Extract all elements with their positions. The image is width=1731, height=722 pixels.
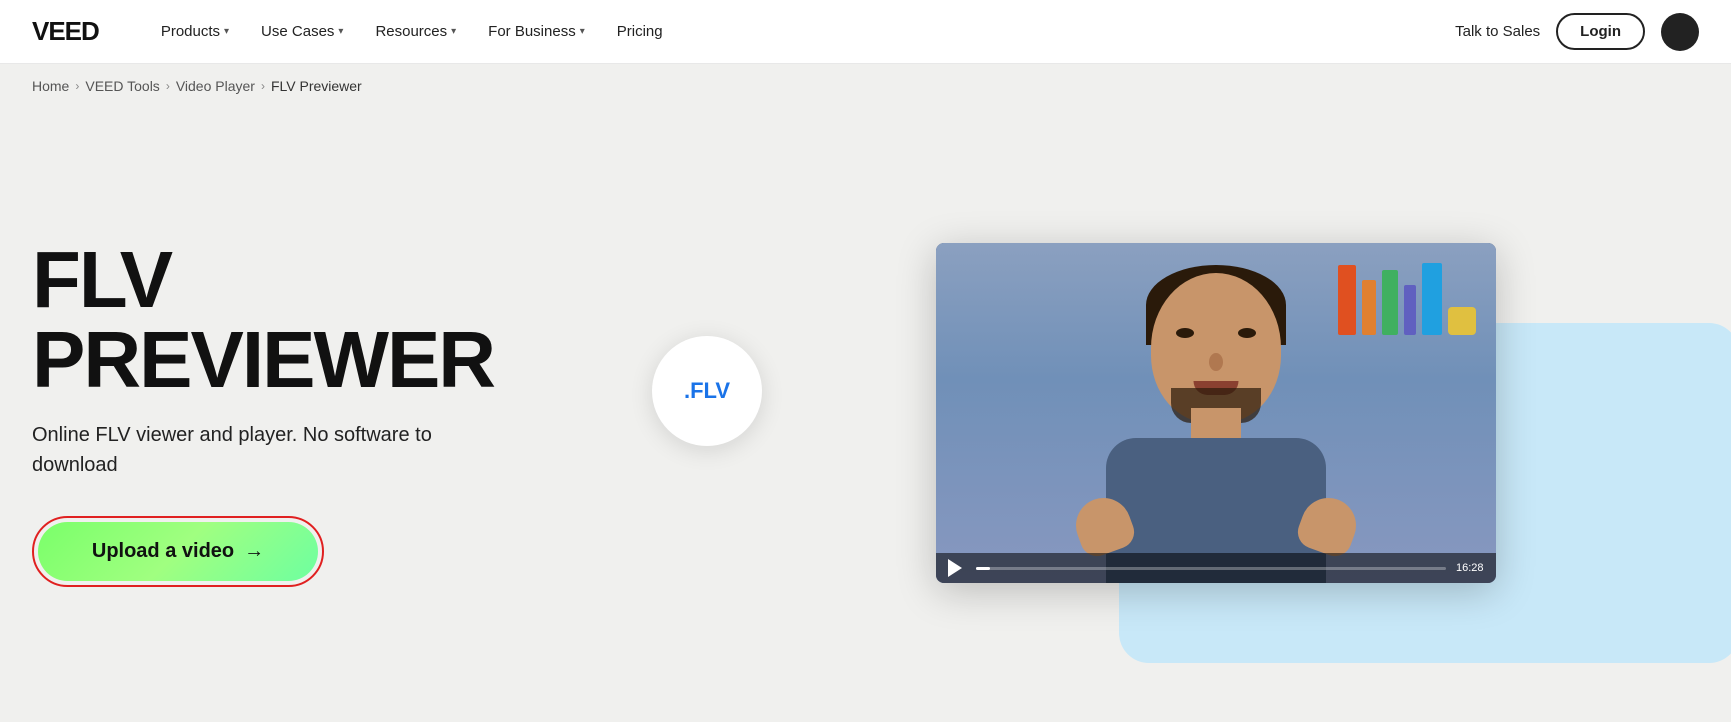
shelf-book-1 <box>1338 265 1356 335</box>
hero-right: .FLV <box>672 223 1699 603</box>
shelf-book-2 <box>1362 280 1376 335</box>
nav-for-business[interactable]: For Business ▾ <box>474 15 599 48</box>
hand-left <box>1068 490 1138 560</box>
main-nav: Products ▾ Use Cases ▾ Resources ▾ For B… <box>147 15 1455 48</box>
play-button-icon[interactable] <box>948 559 966 577</box>
video-thumbnail <box>936 243 1496 583</box>
eye-right <box>1238 328 1256 338</box>
hero-title: FLV PREVIEWER <box>32 240 612 400</box>
shelf-items <box>1338 263 1476 335</box>
chevron-down-icon: ▾ <box>224 26 229 37</box>
chevron-down-icon: ▾ <box>451 26 456 37</box>
video-controls: 16:28 <box>936 553 1496 583</box>
person-nose <box>1209 353 1223 371</box>
video-preview: 16:28 <box>936 243 1496 583</box>
shelf-book-3 <box>1382 270 1398 335</box>
time-display: 16:28 <box>1456 562 1484 574</box>
flv-badge: .FLV <box>652 336 762 446</box>
nav-resources[interactable]: Resources ▾ <box>361 15 470 48</box>
shelf-plant <box>1448 307 1476 335</box>
breadcrumb-veed-tools[interactable]: VEED Tools <box>85 78 159 94</box>
hand-right <box>1293 490 1363 560</box>
breadcrumb: Home › VEED Tools › Video Player › FLV P… <box>0 64 1731 108</box>
breadcrumb-separator: › <box>261 79 265 93</box>
nav-products[interactable]: Products ▾ <box>147 15 243 48</box>
breadcrumb-video-player[interactable]: Video Player <box>176 78 255 94</box>
upload-video-button[interactable]: Upload a video → <box>38 522 318 581</box>
logo[interactable]: VEED <box>32 16 99 47</box>
breadcrumb-separator: › <box>75 79 79 93</box>
nav-use-cases[interactable]: Use Cases ▾ <box>247 15 357 48</box>
talk-to-sales-link[interactable]: Talk to Sales <box>1455 23 1540 40</box>
login-button[interactable]: Login <box>1556 13 1645 50</box>
hero-subtitle: Online FLV viewer and player. No softwar… <box>32 420 432 480</box>
eye-left <box>1176 328 1194 338</box>
upload-button-wrapper: Upload a video → <box>32 516 324 587</box>
avatar[interactable] <box>1661 13 1699 51</box>
main-content: FLV PREVIEWER Online FLV viewer and play… <box>0 108 1731 718</box>
breadcrumb-separator: › <box>166 79 170 93</box>
arrow-icon: → <box>244 540 264 563</box>
header-actions: Talk to Sales Login <box>1455 13 1699 51</box>
breadcrumb-home[interactable]: Home <box>32 78 69 94</box>
chevron-down-icon: ▾ <box>338 26 343 37</box>
hands-area <box>1076 493 1356 553</box>
chevron-down-icon: ▾ <box>580 26 585 37</box>
shelf-book-4 <box>1404 285 1416 335</box>
progress-bar[interactable] <box>976 567 1446 570</box>
nav-pricing[interactable]: Pricing <box>603 15 677 48</box>
breadcrumb-current: FLV Previewer <box>271 78 362 94</box>
shelf-book-5 <box>1422 263 1442 335</box>
progress-fill <box>976 567 990 570</box>
header: VEED Products ▾ Use Cases ▾ Resources ▾ … <box>0 0 1731 64</box>
hero-left: FLV PREVIEWER Online FLV viewer and play… <box>32 240 612 587</box>
